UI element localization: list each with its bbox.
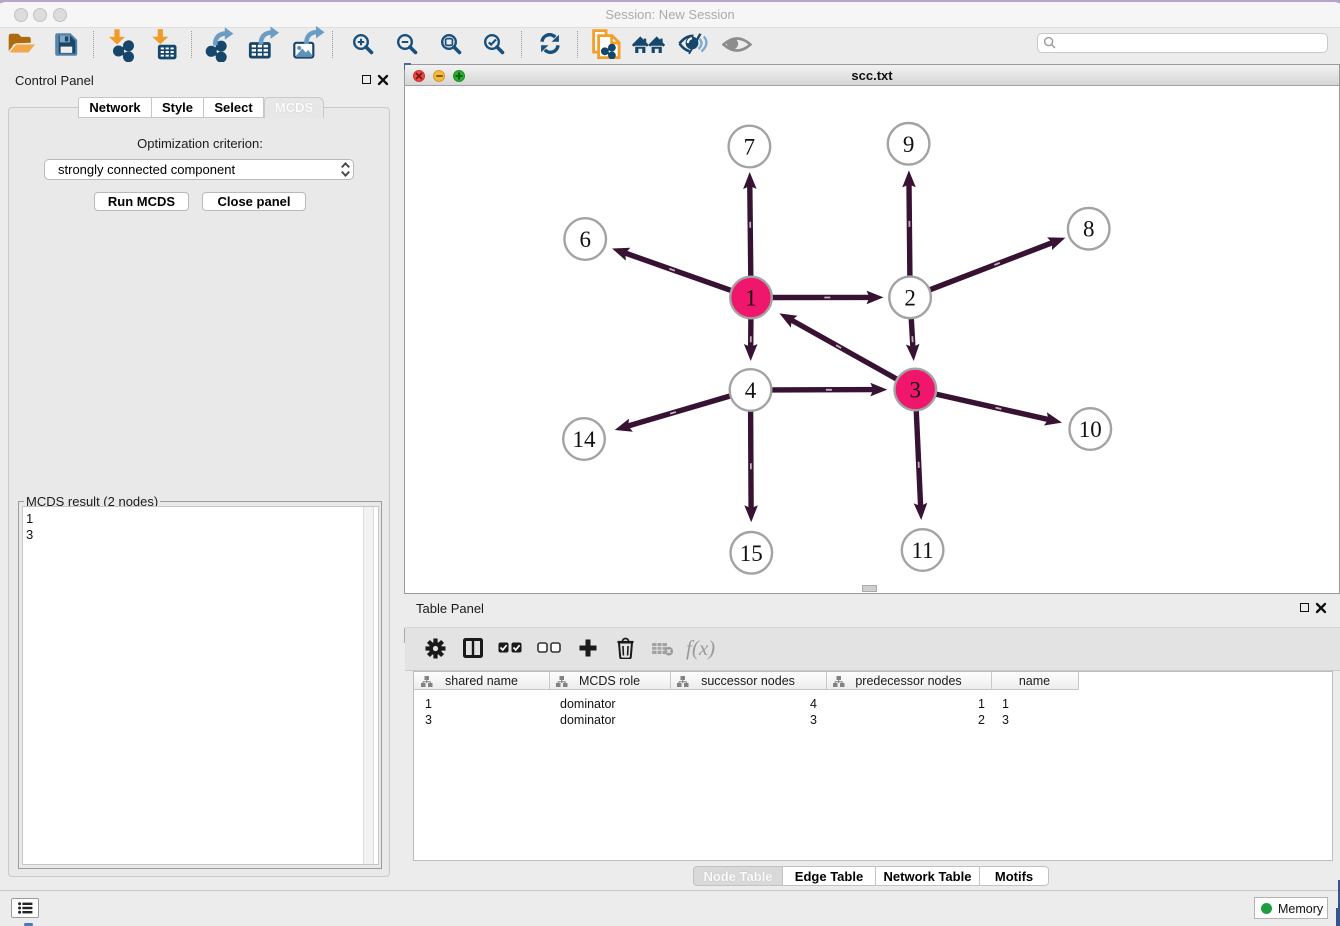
svg-text:4: 4 (745, 378, 757, 403)
svg-text:7: 7 (744, 135, 756, 160)
svg-text:8: 8 (1083, 217, 1095, 242)
svg-text:15: 15 (740, 541, 763, 566)
svg-text:14: 14 (573, 427, 597, 452)
svg-text:9: 9 (903, 132, 915, 157)
svg-text:2: 2 (904, 285, 916, 310)
svg-text:1: 1 (745, 286, 757, 311)
svg-text:3: 3 (910, 378, 922, 403)
svg-text:11: 11 (912, 538, 934, 563)
svg-text:10: 10 (1079, 417, 1102, 442)
svg-text:6: 6 (579, 227, 591, 252)
